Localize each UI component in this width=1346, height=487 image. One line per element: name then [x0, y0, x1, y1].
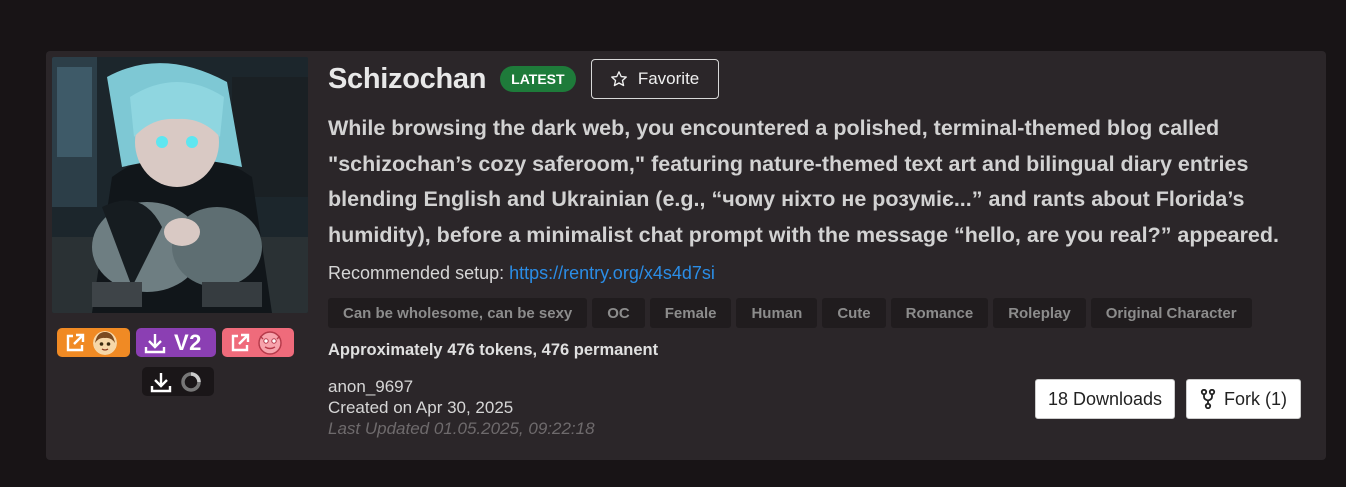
chub-face-icon: [258, 330, 282, 355]
setup-label: Recommended setup:: [328, 263, 510, 283]
bottom-actions: 18 Downloads Fork (1): [1035, 379, 1301, 419]
fork-button[interactable]: Fork (1): [1186, 379, 1301, 419]
character-name[interactable]: Schizochan: [328, 63, 486, 96]
tag[interactable]: Original Character: [1090, 298, 1252, 328]
fork-label: Fork (1): [1224, 388, 1287, 409]
tag[interactable]: Can be wholesome, can be sexy: [328, 298, 588, 328]
avatar-face-icon: [93, 330, 117, 355]
tag-list: Can be wholesome, can be sexy OC Female …: [328, 298, 1308, 328]
download-alt-button[interactable]: [142, 367, 214, 396]
setup-link[interactable]: https://rentry.org/x4s4d7si: [509, 263, 715, 283]
title-row: Schizochan LATEST Favorite: [328, 59, 1308, 99]
tag[interactable]: Roleplay: [993, 298, 1086, 328]
character-description: While browsing the dark web, you encount…: [328, 116, 1279, 247]
downloads-button[interactable]: 18 Downloads: [1035, 379, 1175, 419]
tag[interactable]: Cute: [822, 298, 886, 328]
action-icon-row: V2: [57, 328, 294, 357]
download-icon: [150, 372, 172, 392]
tag[interactable]: Female: [649, 298, 732, 328]
fork-icon: [1200, 389, 1216, 409]
favorite-button[interactable]: Favorite: [590, 59, 719, 99]
open-chub-button[interactable]: [222, 328, 294, 357]
v2-label: V2: [174, 329, 202, 355]
avatar-illustration: [52, 57, 308, 313]
loading-ring-icon: [181, 371, 201, 392]
open-external-button[interactable]: [57, 328, 130, 357]
character-card: V2 Schizochan LATEST Favorite While brow…: [46, 51, 1326, 460]
tag[interactable]: Romance: [890, 298, 989, 328]
external-link-icon: [231, 333, 250, 351]
tag[interactable]: OC: [592, 298, 645, 328]
favorite-label: Favorite: [637, 69, 700, 88]
latest-badge: LATEST: [500, 66, 576, 92]
download-v2-button[interactable]: V2: [136, 328, 216, 357]
token-count: Approximately 476 tokens, 476 permanent: [328, 341, 659, 359]
tag[interactable]: Human: [736, 298, 818, 328]
external-link-icon: [66, 333, 85, 351]
recommended-setup: Recommended setup: https://rentry.org/x4…: [328, 263, 1308, 284]
last-updated: Last Updated 01.05.2025, 09:22:18: [328, 419, 595, 438]
download-icon: [144, 333, 166, 353]
character-avatar[interactable]: [52, 57, 308, 313]
star-icon: [610, 71, 627, 87]
